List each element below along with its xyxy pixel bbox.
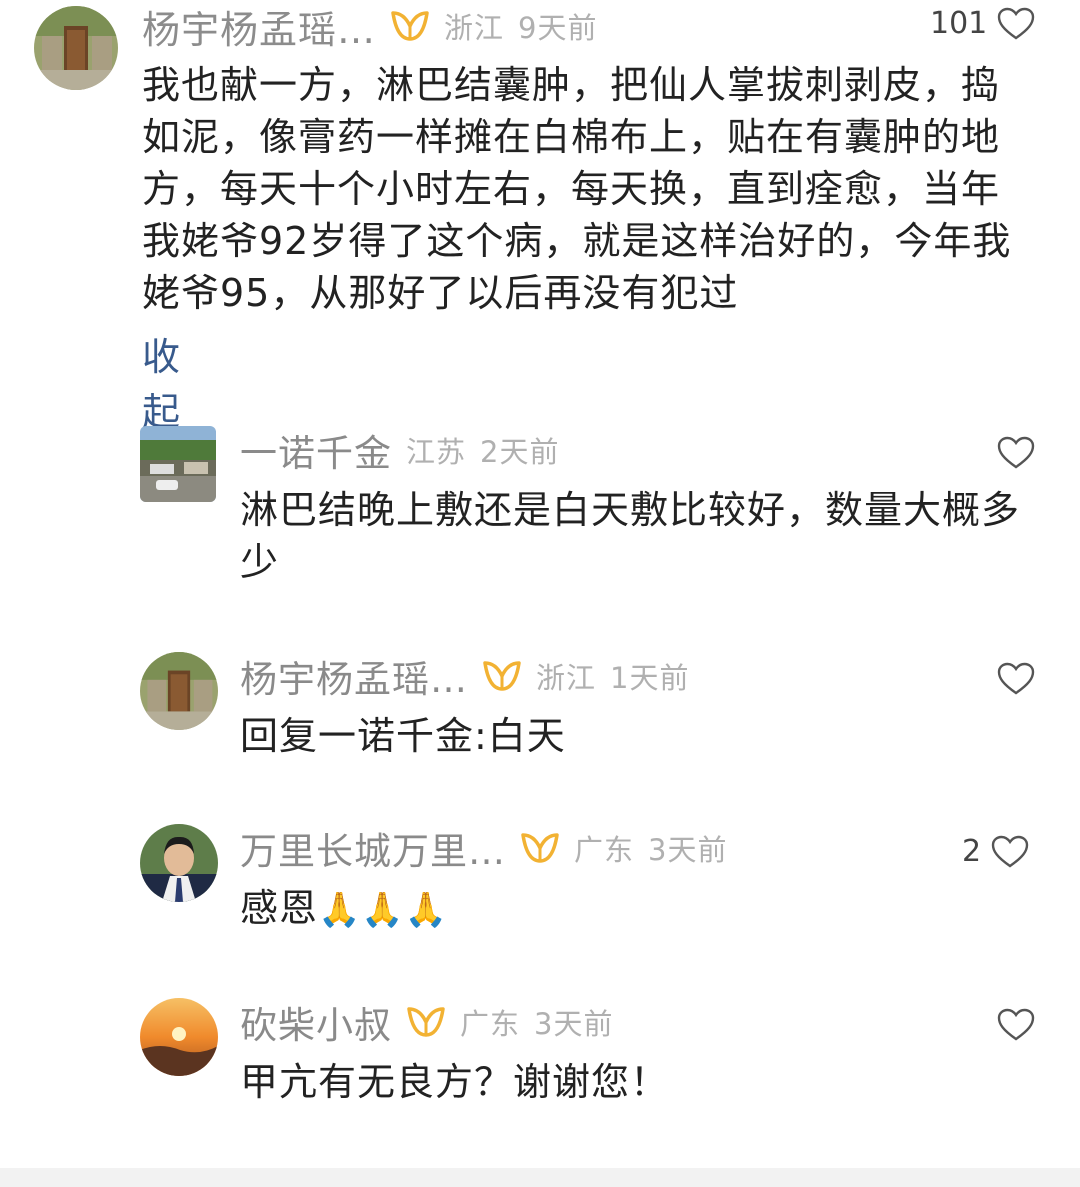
comment-text: 我也献一方，淋巴结囊肿，把仙人掌拔刺剥皮，捣 如泥，像膏药一样摊在白棉布上，贴在… bbox=[142, 59, 1042, 319]
comment-text: 回复一诺千金:白天 bbox=[240, 710, 1040, 762]
location: 广东 bbox=[460, 1007, 521, 1041]
like-button[interactable] bbox=[997, 662, 1035, 696]
like-button[interactable] bbox=[997, 436, 1035, 470]
like-button[interactable]: 101 bbox=[930, 6, 1035, 41]
location: 广东 bbox=[574, 833, 635, 867]
comment-line: 方，每天十个小时左右，每天换，直到痊愈，当年 bbox=[142, 167, 1001, 211]
comment-line: 少 bbox=[240, 540, 280, 584]
location: 浙江 bbox=[536, 661, 597, 695]
comment-line: 如泥，像膏药一样摊在白棉布上，贴在有囊肿的地 bbox=[142, 115, 1001, 159]
comment-text: 甲亢有无良方？谢谢您！ bbox=[240, 1056, 1040, 1108]
vip-badge-icon bbox=[483, 661, 521, 691]
username[interactable]: 砍柴小叔 bbox=[240, 995, 392, 1049]
timestamp: 2天前 bbox=[480, 435, 560, 469]
avatar[interactable] bbox=[140, 998, 218, 1076]
avatar[interactable] bbox=[140, 426, 216, 502]
timestamp: 3天前 bbox=[534, 1007, 614, 1041]
comment-line: 感恩 bbox=[240, 886, 319, 930]
like-count: 2 bbox=[962, 834, 982, 869]
bottom-divider bbox=[0, 1168, 1080, 1187]
like-button[interactable] bbox=[997, 1008, 1035, 1042]
timestamp: 3天前 bbox=[648, 833, 728, 867]
comment-text: 淋巴结晚上敷还是白天敷比较好，数量大概多 少 bbox=[240, 484, 1040, 588]
comment-text: 感恩🙏🙏🙏 bbox=[240, 882, 1040, 936]
vip-badge-icon bbox=[407, 1007, 445, 1037]
username[interactable]: 杨宇杨孟瑶… bbox=[240, 649, 468, 703]
timestamp: 9天前 bbox=[518, 11, 598, 45]
comment-line: 甲亢有无良方？谢谢您！ bbox=[240, 1060, 670, 1104]
vip-badge-icon bbox=[521, 833, 559, 863]
like-count: 101 bbox=[930, 6, 988, 41]
timestamp: 1天前 bbox=[610, 661, 690, 695]
avatar[interactable] bbox=[34, 6, 118, 90]
avatar[interactable] bbox=[140, 824, 218, 902]
vip-badge-icon bbox=[391, 11, 429, 41]
pray-emoji: 🙏🙏🙏 bbox=[318, 890, 449, 930]
username[interactable]: 万里长城万里… bbox=[240, 821, 506, 875]
collapse-link[interactable]: 收起 bbox=[142, 326, 180, 436]
comment-line: 淋巴结晚上敷还是白天敷比较好，数量大概多 bbox=[240, 488, 1021, 532]
comment-line: 我姥爷92岁得了这个病，就是这样治好的，今年我 bbox=[142, 219, 1012, 263]
comment-line: 我也献一方，淋巴结囊肿，把仙人掌拔刺剥皮，捣 bbox=[142, 63, 1001, 107]
heart-icon bbox=[997, 1008, 1035, 1041]
comment-line: 回复一诺千金:白天 bbox=[240, 714, 566, 758]
username[interactable]: 一诺千金 bbox=[240, 423, 392, 477]
location: 浙江 bbox=[444, 11, 505, 45]
username[interactable]: 杨宇杨孟瑶… bbox=[142, 0, 376, 54]
comment-line: 姥爷95，从那好了以后再没有犯过 bbox=[142, 271, 739, 315]
location: 江苏 bbox=[406, 435, 467, 469]
heart-icon bbox=[997, 662, 1035, 695]
avatar[interactable] bbox=[140, 652, 218, 730]
heart-icon bbox=[997, 436, 1035, 469]
like-button[interactable]: 2 bbox=[962, 834, 1029, 869]
heart-icon bbox=[991, 835, 1029, 867]
heart-icon bbox=[998, 7, 1035, 39]
